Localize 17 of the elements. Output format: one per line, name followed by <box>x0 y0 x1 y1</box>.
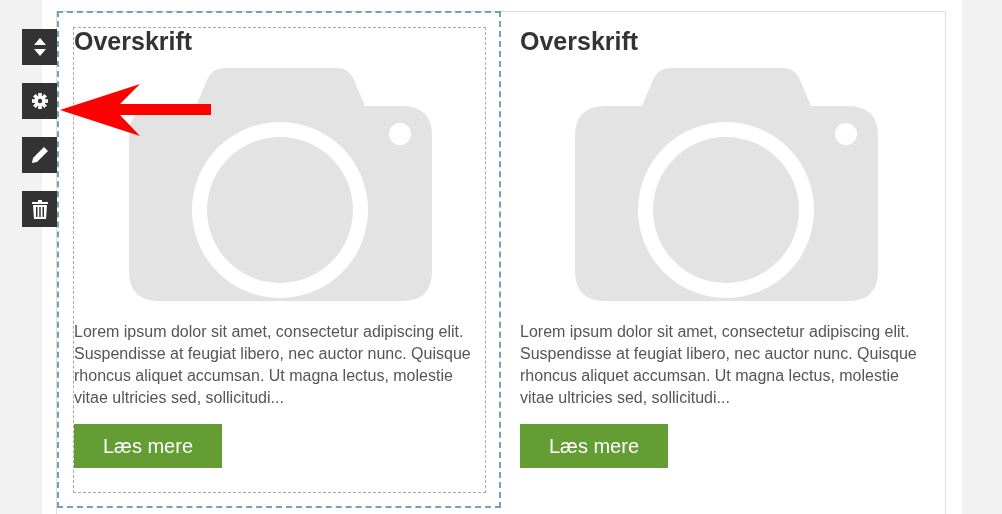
settings-button[interactable] <box>22 83 57 119</box>
trash-icon <box>31 199 48 219</box>
settings-icon <box>31 93 48 109</box>
move-button[interactable] <box>22 29 57 65</box>
edit-button[interactable] <box>22 137 57 173</box>
camera-icon <box>129 68 432 301</box>
camera-icon <box>575 68 878 301</box>
read-more-button[interactable]: Læs mere <box>520 424 668 468</box>
body-text: Lorem ipsum dolor sit amet, consectetur adipiscing elit. Suspendisse at feugiat libero, nec auctor nunc. Quisque rhoncus aliquet accumsan. Ut magna lectus, molestie vitae ultricies sed, sollicitudi... <box>520 322 918 408</box>
pencil-icon <box>31 147 48 163</box>
column-heading: Overskrift <box>520 28 639 54</box>
delete-button[interactable] <box>22 191 57 227</box>
move-icon <box>33 38 46 56</box>
content-column[interactable] <box>57 11 501 508</box>
column-heading: Overskrift <box>74 28 193 54</box>
body-text: Lorem ipsum dolor sit amet, consectetur adipiscing elit. Suspendisse at feugiat libero, nec auctor nunc. Quisque rhoncus aliquet accumsan. Ut magna lectus, molestie vitae ultricies sed, sollicitudi... <box>74 322 472 408</box>
read-more-button[interactable]: Læs mere <box>74 424 222 468</box>
